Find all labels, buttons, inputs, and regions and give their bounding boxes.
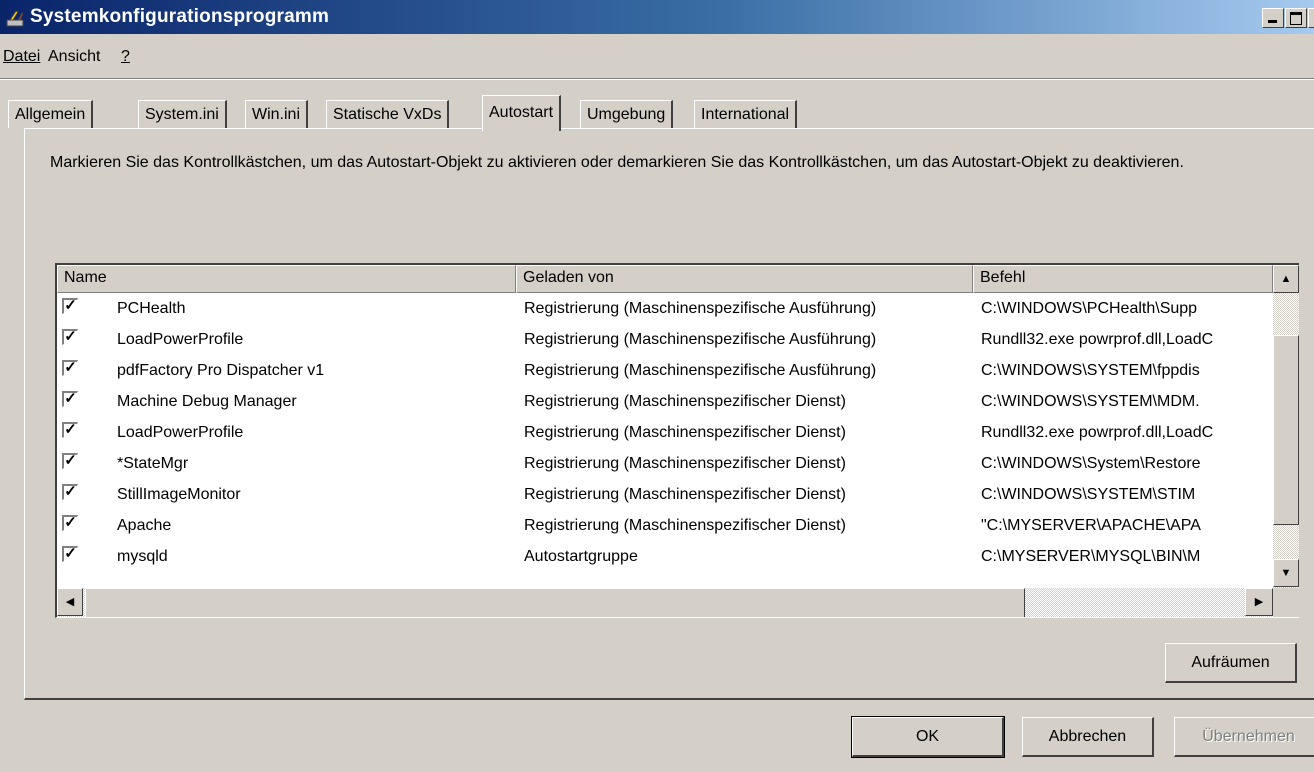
scroll-right-button[interactable]: ▶ xyxy=(1245,588,1273,616)
cell-befehl: C:\MYSERVER\MYSQL\BIN\M xyxy=(981,548,1201,565)
cell-geladen-von: Registrierung (Maschinenspezifischer Die… xyxy=(524,455,846,472)
cell-geladen-von: Registrierung (Maschinenspezifische Ausf… xyxy=(524,300,877,317)
cell-befehl: Rundll32.exe powrprof.dll,LoadC xyxy=(981,331,1214,348)
column-header-geladen-von[interactable]: Geladen von xyxy=(516,265,973,293)
table-row[interactable]: ✓ PCHealth Registrierung (Maschinenspezifi… xyxy=(57,293,1273,324)
abbrechen-button[interactable]: Abbrechen xyxy=(1022,717,1154,757)
menu-ansicht[interactable]: Ansicht xyxy=(48,48,100,66)
table-row[interactable]: ✓ StillImageMonitor Registrierung (Maschin… xyxy=(57,479,1273,510)
cell-geladen-von: Registrierung (Maschinenspezifische Ausf… xyxy=(524,362,877,379)
row-checkbox[interactable]: ✓ xyxy=(62,360,78,376)
cell-befehl: "C:\MYSERVER\APACHE\APA xyxy=(981,517,1201,534)
cell-name: Apache xyxy=(117,517,172,534)
list-header: Name Geladen von Befehl xyxy=(57,265,1273,293)
row-checkbox[interactable]: ✓ xyxy=(62,329,78,345)
column-header-name[interactable]: Name xyxy=(57,265,516,293)
table-row[interactable]: ✓ Machine Debug Manager Registrierung (Mas… xyxy=(57,386,1273,417)
row-checkbox[interactable]: ✓ xyxy=(62,422,78,438)
cell-geladen-von: Autostartgruppe xyxy=(524,548,638,565)
cell-befehl: C:\WINDOWS\PCHealth\Supp xyxy=(981,300,1198,317)
close-button[interactable] xyxy=(1308,8,1314,28)
cell-name: LoadPowerProfile xyxy=(117,424,244,441)
tab-statische-vxds[interactable]: Statische VxDs xyxy=(326,100,450,128)
ok-button[interactable]: OK xyxy=(852,717,1004,757)
table-row[interactable]: ✓ pdfFactory Pro Dispatcher v1 Registrieru… xyxy=(57,355,1273,386)
scroll-left-button[interactable]: ◀ xyxy=(57,588,83,616)
scroll-down-button[interactable]: ▼ xyxy=(1273,559,1299,587)
cell-befehl: C:\WINDOWS\SYSTEM\STIM xyxy=(981,486,1196,503)
tab-umgebung[interactable]: Umgebung xyxy=(580,100,674,128)
cell-name: Machine Debug Manager xyxy=(117,393,297,410)
row-checkbox[interactable]: ✓ xyxy=(62,453,78,469)
minimize-button[interactable] xyxy=(1262,8,1284,28)
table-row[interactable]: ✓ mysqld Autostartgruppe C:\MYSERVER\MYSQL\… xyxy=(57,541,1273,572)
autostart-list[interactable]: Name Geladen von Befehl ✓ PCHealth Registr… xyxy=(55,263,1299,618)
column-header-befehl[interactable]: Befehl xyxy=(973,265,1273,293)
scroll-up-button[interactable]: ▲ xyxy=(1273,265,1299,293)
uebernehmen-button: Übernehmen xyxy=(1174,717,1314,757)
row-checkbox[interactable]: ✓ xyxy=(62,298,78,314)
cell-geladen-von: Registrierung (Maschinenspezifischer Die… xyxy=(524,393,846,410)
table-row[interactable]: ✓ Apache Registrierung (Maschinenspezifisc… xyxy=(57,510,1273,541)
aufraeumen-button[interactable]: Aufräumen xyxy=(1165,643,1297,683)
aufraeumen-label: Aufräumen xyxy=(1191,654,1270,671)
cell-befehl: Rundll32.exe powrprof.dll,LoadC xyxy=(981,424,1214,441)
window-title: Systemkonfigurationsprogramm xyxy=(30,6,330,27)
row-checkbox[interactable]: ✓ xyxy=(62,484,78,500)
cell-name: *StateMgr xyxy=(117,455,189,472)
cell-name: mysqld xyxy=(117,548,168,565)
tab-system-ini[interactable]: System.ini xyxy=(138,100,227,128)
table-row[interactable]: ✓ LoadPowerProfile Registrierung (Maschine… xyxy=(57,417,1273,448)
tab-international[interactable]: International xyxy=(694,100,798,128)
description-text: Markieren Sie das Kontrollkästchen, um d… xyxy=(50,154,1184,171)
vertical-scroll-thumb[interactable] xyxy=(1273,335,1299,525)
list-rows: ✓ PCHealth Registrierung (Maschinenspezifi… xyxy=(57,293,1273,588)
row-checkbox[interactable]: ✓ xyxy=(62,515,78,531)
tab-win-ini[interactable]: Win.ini xyxy=(245,100,309,128)
cell-name: LoadPowerProfile xyxy=(117,331,244,348)
menu-ansicht-label: Ansicht xyxy=(48,48,101,65)
cell-geladen-von: Registrierung (Maschinenspezifische Ausf… xyxy=(524,331,877,348)
row-checkbox[interactable]: ✓ xyxy=(62,391,78,407)
tab-allgemein[interactable]: Allgemein xyxy=(8,100,94,128)
vertical-scrollbar[interactable]: ▲ ▼ xyxy=(1273,265,1299,588)
cell-geladen-von: Registrierung (Maschinenspezifischer Die… xyxy=(524,517,846,534)
cell-name: PCHealth xyxy=(117,300,186,317)
tab-autostart[interactable]: Autostart xyxy=(482,95,562,131)
cell-befehl: C:\WINDOWS\SYSTEM\fppdis xyxy=(981,362,1200,379)
cell-name: pdfFactory Pro Dispatcher v1 xyxy=(117,362,325,379)
title-bar: Systemkonfigurationsprogramm xyxy=(0,0,1314,34)
cell-befehl: C:\WINDOWS\SYSTEM\MDM. xyxy=(981,393,1200,410)
table-row[interactable]: ✓ *StateMgr Registrierung (Maschinenspezif… xyxy=(57,448,1273,479)
cell-befehl: C:\WINDOWS\System\Restore xyxy=(981,455,1201,472)
menu-help[interactable]: ? xyxy=(121,48,130,66)
cell-geladen-von: Registrierung (Maschinenspezifischer Die… xyxy=(524,424,846,441)
menu-divider xyxy=(0,78,1314,80)
horizontal-scroll-thumb[interactable] xyxy=(85,588,1025,617)
horizontal-scrollbar[interactable]: ◀ ▶ xyxy=(57,588,1273,617)
menu-datei[interactable]: Datei xyxy=(3,48,40,66)
scrollbar-corner xyxy=(1273,588,1299,617)
table-row[interactable]: ✓ LoadPowerProfile Registrierung (Maschine… xyxy=(57,324,1273,355)
row-checkbox[interactable]: ✓ xyxy=(62,546,78,562)
app-icon xyxy=(6,10,24,27)
cell-name: StillImageMonitor xyxy=(117,486,241,503)
maximize-button[interactable] xyxy=(1285,8,1307,28)
cell-geladen-von: Registrierung (Maschinenspezifischer Die… xyxy=(524,486,846,503)
